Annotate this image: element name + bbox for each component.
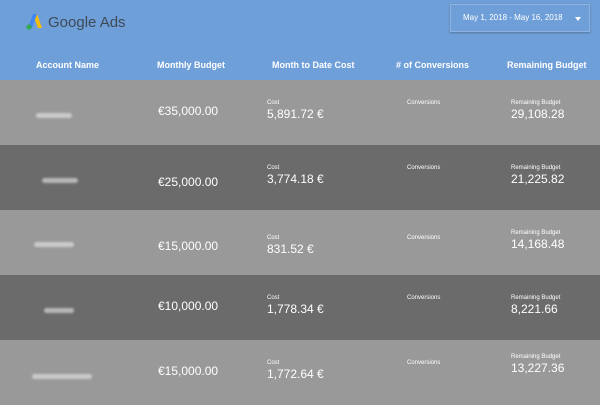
account-name-redacted [42,178,78,183]
cost-value: 3,774.18 € [267,172,324,186]
table-row[interactable]: €15,000.00 Cost 1,772.64 € Conversions R… [0,340,600,405]
conversions-label: Conversions [407,235,441,241]
cost-value: 5,891.72 € [267,107,324,121]
column-header-month-to-date-cost[interactable]: Month to Date Cost [272,60,355,70]
date-range-label: May 1, 2018 - May 16, 2018 [463,13,563,22]
cost-label: Cost [267,235,280,241]
remaining-budget-value: 14,168.48 [511,237,565,251]
brand-name: Google Ads [48,14,126,31]
remaining-budget-label: Remaining Budget [511,165,561,171]
account-name-redacted [44,308,74,313]
table-header: Account Name Monthly Budget Month to Dat… [0,52,600,80]
account-name-redacted [32,374,92,379]
account-name-redacted [34,242,74,247]
remaining-budget-label: Remaining Budget [511,295,561,301]
remaining-budget-label: Remaining Budget [511,100,561,106]
cost-label: Cost [267,100,280,106]
top-bar: Google Ads May 1, 2018 - May 16, 2018 [0,0,600,52]
conversions-label: Conversions [407,165,441,171]
remaining-budget-value: 13,227.36 [511,361,565,375]
cost-value: 1,778.34 € [267,302,324,316]
cost-label: Cost [267,360,280,366]
remaining-budget-value: 21,225.82 [511,172,565,186]
cost-label: Cost [267,165,280,171]
column-header-remaining-budget[interactable]: Remaining Budget [507,60,587,70]
cost-label: Cost [267,295,280,301]
table-row[interactable]: €35,000.00 Cost 5,891.72 € Conversions R… [0,80,600,145]
remaining-budget-label: Remaining Budget [511,230,561,236]
conversions-label: Conversions [407,100,441,106]
monthly-budget: €15,000.00 [158,364,219,378]
remaining-budget-value: 29,108.28 [511,107,565,121]
monthly-budget: €35,000.00 [158,104,219,118]
column-header-monthly-budget[interactable]: Monthly Budget [157,60,225,70]
remaining-budget-label: Remaining Budget [511,354,561,360]
conversions-label: Conversions [407,360,441,366]
account-name-redacted [36,113,72,118]
cost-value: 1,772.64 € [267,367,324,381]
monthly-budget: €10,000.00 [158,299,219,313]
table-row[interactable]: €15,000.00 Cost 831.52 € Conversions Rem… [0,210,600,275]
date-range-picker[interactable]: May 1, 2018 - May 16, 2018 [450,4,590,32]
google-ads-logo-icon [26,14,42,30]
monthly-budget: €25,000.00 [158,175,219,189]
cost-value: 831.52 € [267,242,314,256]
table-row[interactable]: €10,000.00 Cost 1,778.34 € Conversions R… [0,275,600,340]
caret-down-icon [575,17,581,21]
column-header-account-name[interactable]: Account Name [36,60,99,70]
conversions-label: Conversions [407,295,441,301]
monthly-budget: €15,000.00 [158,239,219,253]
table-row[interactable]: €25,000.00 Cost 3,774.18 € Conversions R… [0,145,600,210]
remaining-budget-value: 8,221.66 [511,302,558,316]
column-header-conversions[interactable]: # of Conversions [396,60,469,70]
